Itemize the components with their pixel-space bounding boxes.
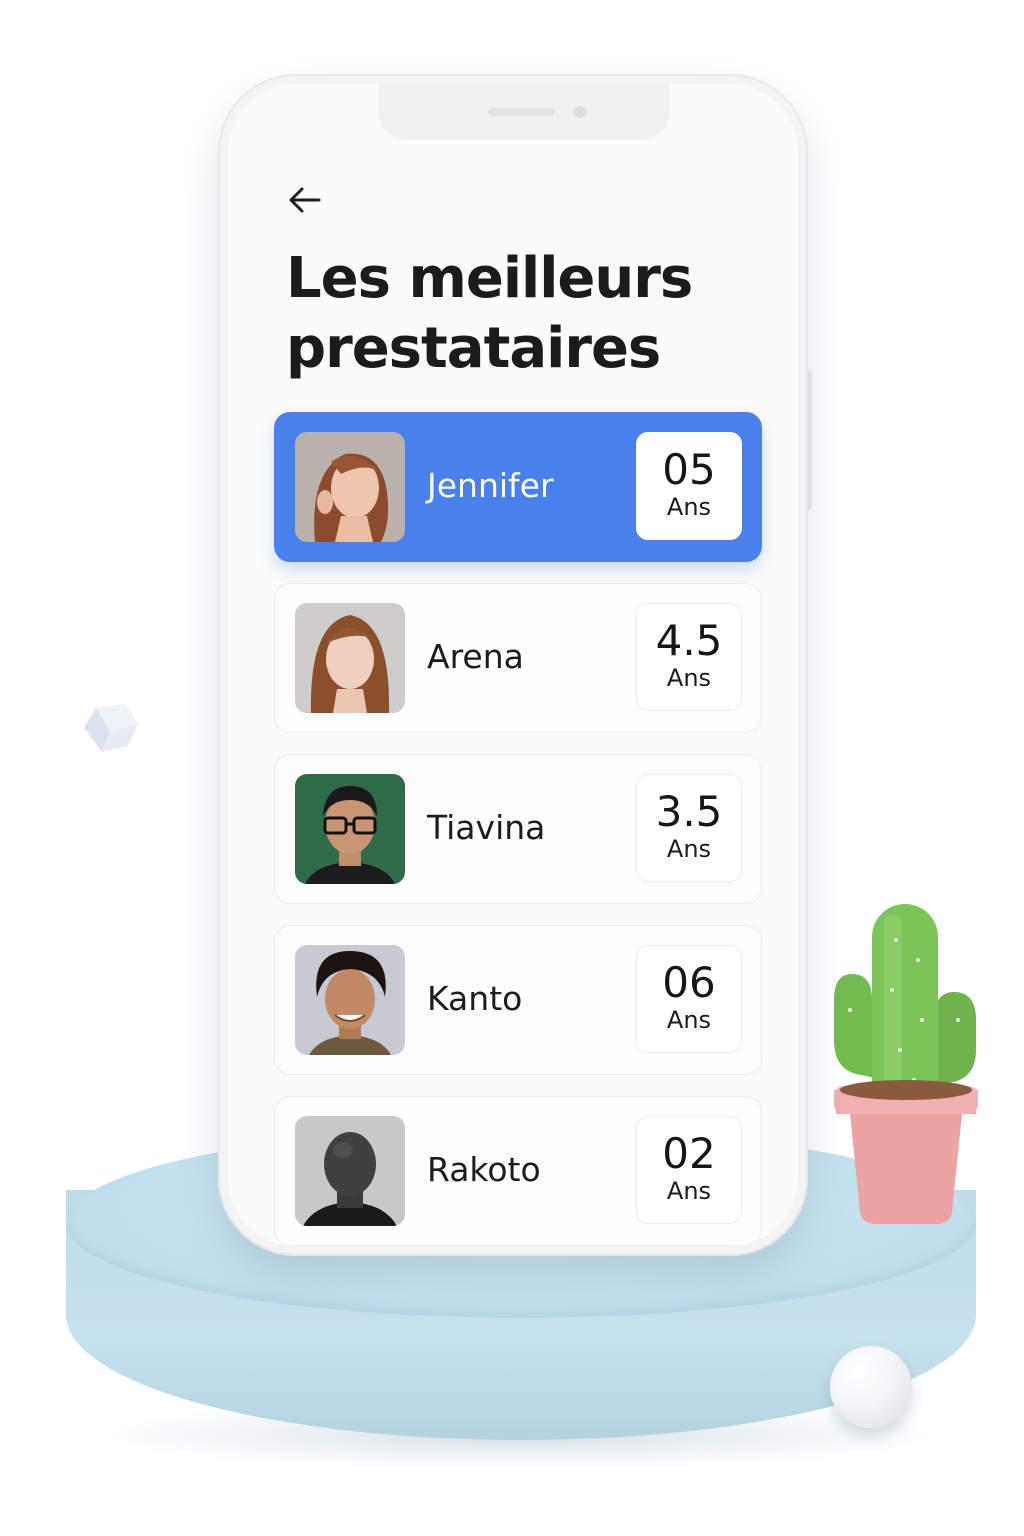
cactus-decoration (834, 904, 978, 1224)
cube-decoration (84, 704, 138, 752)
experience-unit: Ans (666, 1006, 712, 1034)
experience-unit: Ans (666, 493, 712, 521)
avatar (295, 1116, 405, 1226)
back-button[interactable] (284, 180, 324, 220)
arrow-left-icon (289, 187, 321, 213)
experience-unit: Ans (666, 835, 712, 863)
experience-unit: Ans (666, 664, 712, 692)
provider-name: Arena (427, 637, 524, 676)
provider-card-jennifer[interactable]: Jennifer 05 Ans (274, 412, 762, 562)
ball-decoration (830, 1346, 912, 1428)
experience-badge: 3.5 Ans (636, 774, 742, 882)
avatar (295, 945, 405, 1055)
page-title: Les meilleurs prestataires (286, 246, 693, 381)
avatar (295, 774, 405, 884)
provider-name: Kanto (427, 979, 523, 1018)
provider-name: Tiavina (427, 808, 546, 847)
phone-screen: Les meilleurs prestataires Jennifer 05 A… (228, 84, 798, 1246)
provider-card-tiavina[interactable]: Tiavina 3.5 Ans (274, 754, 762, 904)
provider-name: Jennifer (427, 466, 554, 505)
phone-notch (378, 84, 670, 140)
provider-name: Rakoto (427, 1150, 541, 1189)
provider-list: Jennifer 05 Ans Arena 4.5 Ans Tiavina 3.… (274, 412, 762, 1246)
provider-card-arena[interactable]: Arena 4.5 Ans (274, 583, 762, 733)
provider-card-kanto[interactable]: Kanto 06 Ans (274, 925, 762, 1075)
experience-badge: 4.5 Ans (636, 603, 742, 711)
scene: Les meilleurs prestataires Jennifer 05 A… (0, 0, 1024, 1536)
avatar (295, 432, 405, 542)
experience-years: 4.5 (655, 616, 723, 665)
experience-years: 06 (662, 958, 716, 1007)
phone-frame: Les meilleurs prestataires Jennifer 05 A… (218, 74, 808, 1256)
experience-badge: 05 Ans (636, 432, 742, 540)
experience-years: 05 (662, 445, 716, 494)
experience-unit: Ans (666, 1177, 712, 1205)
experience-years: 02 (662, 1129, 716, 1178)
provider-card-rakoto[interactable]: Rakoto 02 Ans (274, 1096, 762, 1246)
experience-badge: 06 Ans (636, 945, 742, 1053)
experience-badge: 02 Ans (636, 1116, 742, 1224)
experience-years: 3.5 (655, 787, 723, 836)
avatar (295, 603, 405, 713)
